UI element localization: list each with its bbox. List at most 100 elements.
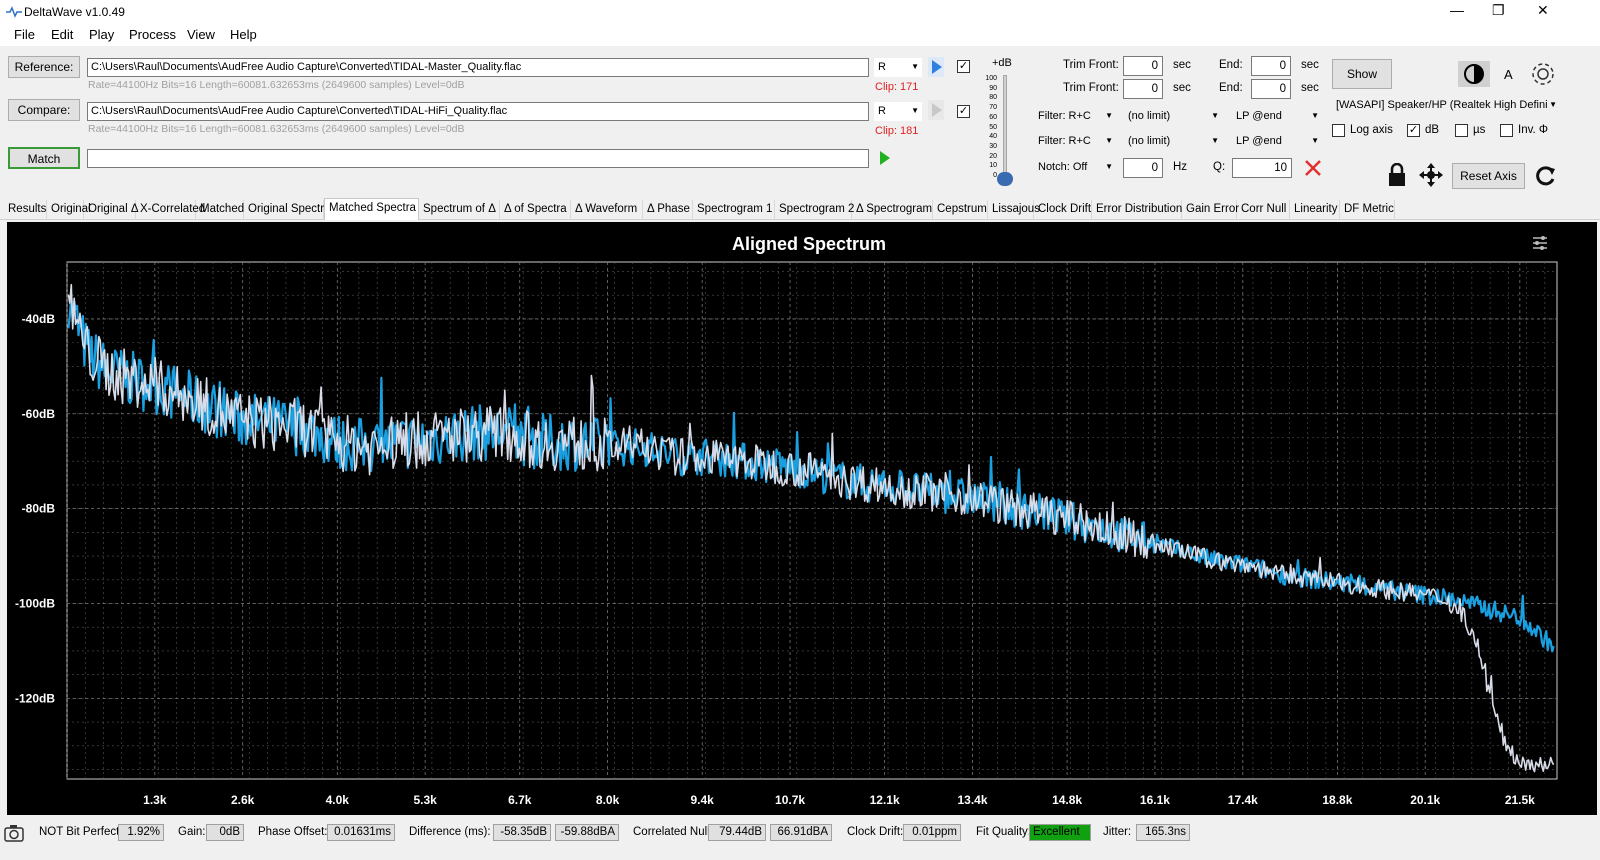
y-tick-label: -80dB [22, 502, 56, 516]
tab-gain-error[interactable]: Gain Error [1182, 200, 1239, 220]
tab-spectrum-of[interactable]: Spectrum of Δ [419, 200, 500, 220]
x-tick-label: 21.5k [1505, 793, 1535, 807]
notch-hz-input[interactable]: 0 [1123, 158, 1163, 178]
sec-label-3: sec [1173, 82, 1191, 94]
filter-select-2[interactable]: Filter: R+C ▼ [1034, 132, 1116, 151]
volume-tick-label: 60 [989, 113, 997, 121]
tab-matched[interactable]: Matched [196, 200, 244, 220]
gear-icon[interactable] [1530, 61, 1556, 87]
y-axis-labels: -40dB -60dB -80dB -100dB -120dB [15, 312, 55, 705]
reference-trim-front-input[interactable]: 0 [1123, 56, 1163, 76]
chart-settings-icon[interactable] [1533, 236, 1547, 250]
close-button[interactable]: ✕ [1537, 2, 1549, 19]
volume-label: +dB [992, 57, 1012, 69]
play-match-icon[interactable] [878, 149, 892, 167]
tab-cepstrum[interactable]: Cepstrum [933, 200, 988, 220]
tab-original[interactable]: Original [47, 200, 91, 220]
menu-file[interactable]: File [14, 27, 35, 42]
y-tick-label: -60dB [22, 407, 56, 421]
menu-process[interactable]: Process [129, 27, 176, 42]
compare-path-input[interactable]: C:\Users\Raul\Documents\AudFree Audio Ca… [87, 102, 869, 121]
volume-slider-thumb[interactable] [997, 172, 1013, 186]
reference-enable-checkbox[interactable]: ✓ [957, 60, 970, 73]
camera-icon[interactable] [4, 824, 24, 842]
status-bar: NOT Bit Perfect 1.92% Gain: 0dB Phase Of… [0, 820, 1600, 846]
theme-toggle-icon[interactable] [1458, 61, 1490, 87]
play-compare-icon[interactable] [928, 100, 944, 120]
window-title: DeltaWave v1.0.49 [24, 5, 125, 19]
volume-tick-label: 30 [989, 142, 997, 150]
q-input[interactable]: 10 [1232, 158, 1292, 178]
tab-waveform[interactable]: Δ Waveform [571, 200, 643, 220]
us-label: µs [1473, 124, 1486, 136]
reference-channel-select[interactable]: R ▼ [874, 58, 922, 77]
tab-corr-null[interactable]: Corr Null [1237, 200, 1290, 220]
x-tick-label: 6.7k [508, 793, 532, 807]
db-checkbox[interactable]: ✓ [1407, 124, 1420, 137]
tab-clock-drift[interactable]: Clock Drift [1034, 200, 1092, 220]
chevron-down-icon: ▼ [1311, 111, 1319, 120]
compare-trim-end-input[interactable]: 0 [1251, 79, 1291, 99]
tab-phase[interactable]: Δ Phase [643, 200, 693, 220]
tab-linearity[interactable]: Linearity [1290, 200, 1340, 220]
sec-label-2: sec [1301, 59, 1319, 71]
tab-of-spectra[interactable]: Δ of Spectra [500, 200, 571, 220]
tab-results[interactable]: Results [4, 200, 47, 220]
x-tick-label: 10.7k [775, 793, 805, 807]
compare-channel-select[interactable]: R ▼ [874, 102, 922, 121]
reference-button[interactable]: Reference: [8, 56, 80, 78]
lock-icon[interactable] [1387, 163, 1407, 187]
compare-enable-checkbox[interactable]: ✓ [957, 105, 970, 118]
reference-trim-end-input[interactable]: 0 [1251, 56, 1291, 76]
clear-notch-icon[interactable] [1303, 158, 1323, 178]
trim-end-label-1: End: [1219, 59, 1243, 71]
chart-title: Aligned Spectrum [732, 234, 886, 254]
volume-tick-label: 70 [989, 104, 997, 112]
play-reference-icon[interactable] [928, 57, 944, 77]
refresh-icon[interactable] [1532, 163, 1558, 189]
reset-axis-button[interactable]: Reset Axis [1452, 163, 1525, 189]
tab-original[interactable]: Original Δ [84, 200, 139, 220]
pan-move-icon[interactable] [1418, 162, 1444, 188]
tab-spectrogram-2[interactable]: Spectrogram 2 [775, 200, 854, 220]
tab-spectrogram-1[interactable]: Spectrogram 1 [693, 200, 775, 220]
x-axis-labels: 1.3k 2.6k 4.0k 5.3k 6.7k 8.0k 9.4k 10.7k 12.1k 13… [143, 793, 1535, 807]
limit-select-2[interactable]: (no limit) ▼ [1124, 132, 1222, 151]
menu-help[interactable]: Help [230, 27, 257, 42]
lp-select-2[interactable]: LP @end ▼ [1232, 132, 1322, 151]
reference-meta: Rate=44100Hz Bits=16 Length=60081.632653… [88, 79, 465, 91]
output-device-select[interactable]: [WASAPI] Speaker/HP (Realtek High Defini… [1332, 96, 1560, 115]
reference-path-input[interactable]: C:\Users\Raul\Documents\AudFree Audio Ca… [87, 58, 869, 77]
tab-spectrogram[interactable]: Δ Spectrogram [852, 200, 933, 220]
tab-error-distribution[interactable]: Error Distribution [1092, 200, 1182, 220]
maximize-button[interactable]: ❐ [1492, 2, 1505, 19]
limit-select-1[interactable]: (no limit) ▼ [1124, 107, 1222, 126]
menu-view[interactable]: View [187, 27, 215, 42]
a-weight-label[interactable]: A [1504, 67, 1513, 82]
tab-x-correlated[interactable]: X-Correlated [136, 200, 205, 220]
tab-original-spectra[interactable]: Original Spectra [244, 200, 330, 220]
menu-play[interactable]: Play [89, 27, 114, 42]
tab-lissajous[interactable]: Lissajous [988, 200, 1040, 220]
compare-trim-front-input[interactable]: 0 [1123, 79, 1163, 99]
minimize-button[interactable]: — [1450, 2, 1464, 18]
log-axis-checkbox[interactable] [1332, 124, 1345, 137]
tab-matched-spectra[interactable]: Matched Spectra [324, 198, 419, 220]
x-tick-label: 8.0k [596, 793, 620, 807]
lp-value-1: LP @end [1236, 110, 1282, 122]
match-button[interactable]: Match [8, 147, 80, 169]
chevron-down-icon: ▼ [1105, 162, 1113, 171]
reference-channel-value: R [878, 61, 886, 73]
x-tick-label: 12.1k [870, 793, 900, 807]
filter-select-1[interactable]: Filter: R+C ▼ [1034, 107, 1116, 126]
notch-select[interactable]: Notch: Off ▼ [1034, 158, 1116, 177]
tab-df-metric[interactable]: DF Metric [1340, 200, 1395, 220]
invert-phase-checkbox[interactable] [1500, 124, 1513, 137]
aligned-spectrum-chart[interactable]: Aligned Spectrum 1.3k 2.6k 4.0k 5.3k 6.7k 8.0… [7, 222, 1597, 815]
menu-edit[interactable]: Edit [51, 27, 73, 42]
fit-quality-value: Excellent [1029, 824, 1091, 841]
lp-select-1[interactable]: LP @end ▼ [1232, 107, 1322, 126]
us-checkbox[interactable] [1455, 124, 1468, 137]
show-button[interactable]: Show [1332, 59, 1392, 89]
compare-button[interactable]: Compare: [8, 99, 80, 121]
